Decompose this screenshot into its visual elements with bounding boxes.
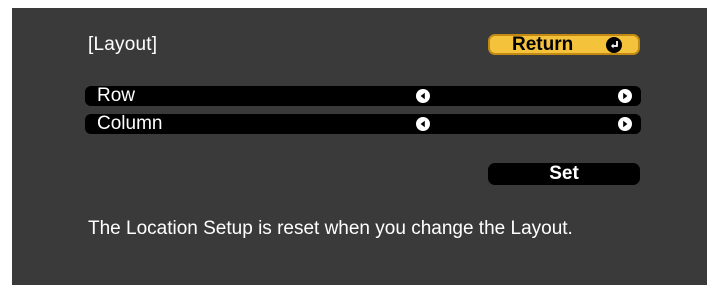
dialog-title: [Layout] bbox=[88, 34, 158, 55]
arrow-right-icon[interactable] bbox=[618, 89, 632, 103]
row-label: Row bbox=[97, 85, 136, 106]
info-message: The Location Setup is reset when you cha… bbox=[88, 218, 573, 239]
arrow-right-icon[interactable] bbox=[618, 117, 632, 131]
setting-row-column[interactable]: Column bbox=[85, 114, 641, 134]
set-button[interactable]: Set bbox=[488, 163, 640, 185]
arrow-left-icon[interactable] bbox=[416, 89, 430, 103]
setting-row-row[interactable]: Row bbox=[85, 86, 641, 106]
return-button-label: Return bbox=[512, 34, 574, 55]
column-label: Column bbox=[97, 113, 163, 134]
enter-icon bbox=[606, 37, 622, 53]
layout-dialog: [Layout] Return Row Column Set The Locat… bbox=[12, 8, 707, 285]
return-button[interactable]: Return bbox=[488, 34, 640, 55]
arrow-left-icon[interactable] bbox=[416, 117, 430, 131]
